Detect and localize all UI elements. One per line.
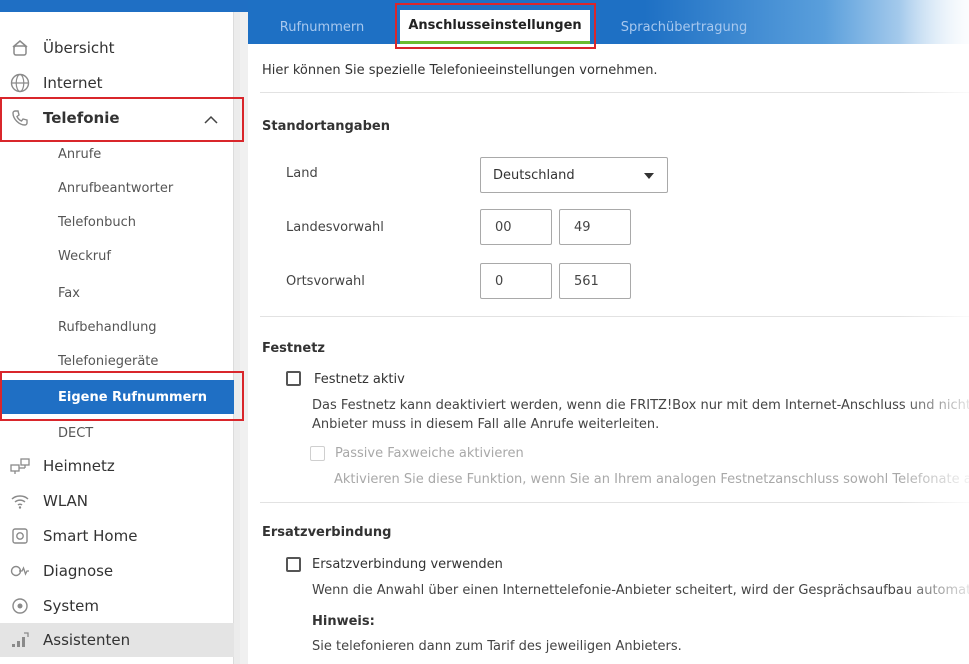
tab-rufnummern[interactable]: Rufnummern bbox=[266, 10, 378, 44]
passive-faxweiche-checkbox[interactable] bbox=[310, 446, 325, 461]
sidebar-top-strip bbox=[0, 0, 248, 12]
label-landesvorwahl: Landesvorwahl bbox=[286, 220, 384, 235]
smarthome-icon bbox=[9, 525, 31, 547]
caret-down-icon bbox=[644, 173, 654, 179]
sidebar-item-label: WLAN bbox=[43, 492, 89, 510]
wifi-icon bbox=[9, 490, 31, 512]
sidebar-item-telefonie[interactable]: Telefonie bbox=[0, 101, 234, 135]
section-title-ersatzverbindung: Ersatzverbindung bbox=[262, 525, 392, 540]
sidebar-item-heimnetz[interactable]: Heimnetz bbox=[0, 449, 234, 483]
sidebar-subitem-weckruf[interactable]: Weckruf bbox=[0, 239, 234, 273]
sidebar-subitem-dect[interactable]: DECT bbox=[0, 416, 234, 450]
network-icon bbox=[9, 455, 31, 477]
home-icon bbox=[9, 37, 31, 59]
sidebar-item-label: Internet bbox=[43, 74, 103, 92]
sidebar-item-system[interactable]: System bbox=[0, 589, 234, 623]
sidebar-subitem-anrufbeantworter[interactable]: Anrufbeantworter bbox=[0, 171, 234, 205]
ortsvorwahl-input[interactable]: 561 bbox=[559, 263, 631, 299]
sidebar-item-label: Telefonie bbox=[43, 109, 120, 127]
festnetz-description-line2: Anbieter muss in diesem Fall alle Anrufe… bbox=[312, 417, 660, 432]
faxweiche-description: Aktivieren Sie diese Funktion, wenn Sie … bbox=[334, 472, 969, 487]
section-title-festnetz: Festnetz bbox=[262, 341, 325, 356]
sidebar-item-label: Diagnose bbox=[43, 562, 114, 580]
divider bbox=[260, 502, 969, 503]
sidebar: Übersicht Internet Telefonie Anrufe Anru… bbox=[0, 0, 248, 664]
sidebar-subitem-fax[interactable]: Fax bbox=[0, 276, 234, 310]
sidebar-item-label: Assistenten bbox=[43, 631, 131, 649]
tab-sprachuebertragung[interactable]: Sprachübertragung bbox=[608, 10, 760, 44]
hinweis-title: Hinweis: bbox=[312, 614, 375, 629]
ersatzverbindung-checkbox[interactable] bbox=[286, 557, 301, 572]
festnetz-aktiv-label[interactable]: Festnetz aktiv bbox=[314, 372, 405, 387]
chevron-up-icon[interactable] bbox=[204, 111, 218, 129]
divider bbox=[260, 92, 969, 93]
sidebar-item-diagnose[interactable]: Diagnose bbox=[0, 554, 234, 588]
main-content: Rufnummern Anschlusseinstellungen Sprach… bbox=[248, 0, 969, 664]
sidebar-subitem-anrufe[interactable]: Anrufe bbox=[0, 137, 234, 171]
assistant-icon bbox=[9, 629, 31, 651]
tab-bar: Rufnummern Anschlusseinstellungen Sprach… bbox=[248, 0, 969, 44]
intro-text: Hier können Sie spezielle Telefonieeinst… bbox=[262, 63, 658, 78]
landesvorwahl-prefix-input[interactable]: 00 bbox=[480, 209, 552, 245]
sidebar-item-smart-home[interactable]: Smart Home bbox=[0, 519, 234, 553]
ersatzverbindung-description: Wenn die Anwahl über einen Internettelef… bbox=[312, 583, 969, 598]
system-icon bbox=[9, 595, 31, 617]
right-edge-fade bbox=[899, 0, 969, 664]
hinweis-text: Sie telefonieren dann zum Tarif des jewe… bbox=[312, 639, 682, 654]
sidebar-item-label: Smart Home bbox=[43, 527, 138, 545]
sidebar-item-label: Übersicht bbox=[43, 39, 115, 57]
ersatzverbindung-label[interactable]: Ersatzverbindung verwenden bbox=[312, 557, 503, 572]
sidebar-item-assistenten[interactable]: Assistenten bbox=[0, 623, 234, 657]
sidebar-item-label: Heimnetz bbox=[43, 457, 115, 475]
label-ortsvorwahl: Ortsvorwahl bbox=[286, 274, 365, 289]
label-land: Land bbox=[286, 166, 318, 181]
phone-icon bbox=[9, 107, 31, 129]
country-select-value: Deutschland bbox=[493, 167, 575, 183]
festnetz-aktiv-checkbox[interactable] bbox=[286, 371, 301, 386]
sidebar-subitem-eigene-rufnummern[interactable]: Eigene Rufnummern bbox=[0, 380, 234, 414]
section-title-standort: Standortangaben bbox=[262, 119, 390, 134]
sidebar-item-internet[interactable]: Internet bbox=[0, 66, 234, 100]
ortsvorwahl-prefix-input[interactable]: 0 bbox=[480, 263, 552, 299]
sidebar-item-label: System bbox=[43, 597, 99, 615]
divider bbox=[260, 316, 969, 317]
diagnose-icon bbox=[9, 560, 31, 582]
globe-icon bbox=[9, 72, 31, 94]
tab-anschlusseinstellungen[interactable]: Anschlusseinstellungen bbox=[400, 10, 590, 44]
passive-faxweiche-label[interactable]: Passive Faxweiche aktivieren bbox=[335, 446, 524, 461]
landesvorwahl-input[interactable]: 49 bbox=[559, 209, 631, 245]
sidebar-subitem-rufbehandlung[interactable]: Rufbehandlung bbox=[0, 310, 234, 344]
sidebar-item-uebersicht[interactable]: Übersicht bbox=[0, 31, 234, 65]
festnetz-description: Das Festnetz kann deaktiviert werden, we… bbox=[312, 398, 969, 413]
sidebar-subitem-telefonbuch[interactable]: Telefonbuch bbox=[0, 205, 234, 239]
country-select[interactable]: Deutschland bbox=[480, 157, 668, 193]
sidebar-item-wlan[interactable]: WLAN bbox=[0, 484, 234, 518]
sidebar-subitem-telefoniegeraete[interactable]: Telefoniegeräte bbox=[0, 344, 234, 378]
